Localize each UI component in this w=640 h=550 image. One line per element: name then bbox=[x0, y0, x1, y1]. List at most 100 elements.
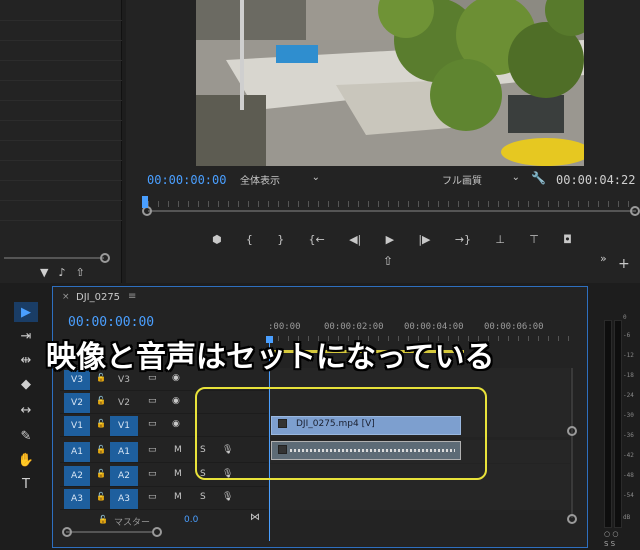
timeline-current-timecode[interactable]: 00:00:00:00 bbox=[68, 315, 154, 330]
filter-icon[interactable]: ▼ bbox=[40, 266, 48, 280]
eye-icon[interactable]: ◉ bbox=[172, 419, 180, 429]
export-icon[interactable]: ⇧ bbox=[76, 266, 85, 280]
sync-lock-icon[interactable]: ▭ bbox=[148, 469, 157, 479]
track-lane[interactable] bbox=[268, 487, 570, 510]
program-time-ruler[interactable] bbox=[140, 196, 640, 216]
sync-lock-icon[interactable]: ▭ bbox=[148, 492, 157, 502]
track-select-tool-icon[interactable]: ⇥ bbox=[14, 326, 38, 346]
meter-label: -36 bbox=[623, 432, 634, 439]
mute-button[interactable]: M bbox=[174, 469, 182, 479]
sync-lock-icon[interactable]: ▭ bbox=[148, 445, 157, 455]
button-editor-add[interactable]: + bbox=[618, 256, 630, 272]
zoom-handle-right[interactable] bbox=[630, 206, 640, 216]
meter-label: -12 bbox=[623, 352, 634, 359]
source-patch-v1[interactable]: V1 bbox=[64, 416, 90, 436]
go-to-in-button[interactable]: {← bbox=[309, 233, 325, 246]
meter-label: -18 bbox=[623, 372, 634, 379]
source-patch-a3[interactable]: A3 bbox=[64, 489, 90, 509]
program-duration-timecode: 00:00:04:22 bbox=[556, 173, 636, 187]
track-target-v1[interactable]: V1 bbox=[110, 416, 138, 436]
ruler-label: 00:00:02:00 bbox=[324, 322, 384, 332]
selection-tool-icon[interactable]: ▶ bbox=[14, 302, 38, 322]
meter-label: -42 bbox=[623, 452, 634, 459]
lock-icon[interactable]: 🔓 bbox=[98, 515, 108, 524]
play-button[interactable]: ▶ bbox=[386, 233, 394, 246]
program-playhead[interactable] bbox=[142, 196, 148, 208]
track-row-a3: A3 🔓 A3 ▭ M S 🎙 bbox=[60, 487, 570, 510]
meter-unit-label: dB bbox=[623, 514, 631, 521]
meter-channel-right bbox=[614, 320, 622, 528]
track-target-a3[interactable]: A3 bbox=[110, 489, 138, 509]
extract-button[interactable]: ⊤ bbox=[529, 233, 539, 246]
track-target-a2[interactable]: A2 bbox=[110, 466, 138, 486]
transport-controls: ⬢ { } {← ◀| ▶ |▶ →} ⊥ ⊤ ◘ bbox=[212, 231, 572, 247]
mark-out-button[interactable]: } bbox=[277, 233, 284, 246]
meter-label: -30 bbox=[623, 412, 634, 419]
project-panel bbox=[0, 0, 122, 283]
lift-button[interactable]: ⊥ bbox=[495, 233, 505, 246]
settings-wrench-icon[interactable]: 🔧 bbox=[531, 171, 546, 185]
hand-tool-icon[interactable]: ✋ bbox=[14, 450, 38, 470]
microphone-icon[interactable]: 🎙 bbox=[222, 492, 233, 502]
sync-lock-icon[interactable]: ▭ bbox=[148, 419, 157, 429]
solo-button[interactable]: S bbox=[200, 492, 206, 502]
mute-button[interactable]: M bbox=[174, 492, 182, 502]
export-frame-button[interactable]: ⇧ bbox=[383, 254, 393, 268]
highlight-box bbox=[195, 387, 487, 480]
sync-lock-icon[interactable]: ▭ bbox=[148, 396, 157, 406]
lock-icon[interactable]: 🔓 bbox=[96, 445, 106, 454]
zoom-fit-value: 全体表示 bbox=[240, 176, 280, 187]
meter-channel-left bbox=[604, 320, 612, 528]
eye-icon[interactable]: ◉ bbox=[172, 396, 180, 406]
meter-label: -54 bbox=[623, 492, 634, 499]
mute-button[interactable]: M bbox=[174, 445, 182, 455]
audio-meter: 0 -6 -12 -18 -24 -30 -36 -42 -48 -54 dB … bbox=[596, 300, 640, 550]
tools-panel: ▶ ⇥ ⇹ ◆ ↔ ✎ ✋ T bbox=[10, 298, 42, 498]
lock-icon[interactable]: 🔓 bbox=[96, 492, 106, 501]
sequence-tab[interactable]: DJI_0275 bbox=[76, 292, 120, 303]
meter-label: -6 bbox=[623, 332, 631, 339]
go-to-out-button[interactable]: →} bbox=[455, 233, 471, 246]
chevron-down-icon: ⌄ bbox=[511, 172, 520, 183]
pen-tool-icon[interactable]: ✎ bbox=[14, 426, 38, 446]
caption-text: 映像と音声はセットになっている bbox=[46, 340, 495, 375]
step-forward-button[interactable]: |▶ bbox=[418, 233, 430, 246]
go-to-end-icon[interactable]: ⋈ bbox=[250, 512, 260, 523]
ruler-label: 00:00:06:00 bbox=[484, 322, 544, 332]
track-target-a1[interactable]: A1 bbox=[110, 442, 138, 462]
close-icon[interactable]: × bbox=[62, 292, 70, 302]
source-patch-v2[interactable]: V2 bbox=[64, 393, 90, 413]
track-target-v2[interactable]: V2 bbox=[110, 393, 138, 413]
lock-icon[interactable]: 🔓 bbox=[96, 419, 106, 428]
playback-quality-select[interactable]: フル画質 ⌄ bbox=[442, 172, 520, 187]
meter-label: -48 bbox=[623, 472, 634, 479]
type-tool-icon[interactable]: T bbox=[14, 474, 38, 494]
source-patch-a1[interactable]: A1 bbox=[64, 442, 90, 462]
ripple-edit-tool-icon[interactable]: ⇹ bbox=[14, 350, 38, 370]
master-volume-value[interactable]: 0.0 bbox=[184, 515, 198, 525]
lock-icon[interactable]: 🔓 bbox=[96, 469, 106, 478]
street-scene-image bbox=[196, 0, 584, 166]
razor-tool-icon[interactable]: ◆ bbox=[14, 374, 38, 394]
panel-menu-icon[interactable]: ≡ bbox=[128, 291, 136, 302]
audio-icon[interactable]: ♪ bbox=[58, 266, 65, 280]
add-marker-icon[interactable]: ⬢ bbox=[212, 233, 222, 246]
more-controls-button[interactable]: » bbox=[600, 252, 607, 265]
source-patch-a2[interactable]: A2 bbox=[64, 466, 90, 486]
timeline-horizontal-scrollbar[interactable] bbox=[62, 527, 162, 537]
vertical-zoom-handle[interactable] bbox=[567, 426, 577, 436]
step-back-button[interactable]: ◀| bbox=[349, 233, 361, 246]
project-panel-toolbar: ▼ ♪ ⇧ bbox=[40, 266, 120, 280]
meter-label: -24 bbox=[623, 392, 634, 399]
slip-tool-icon[interactable]: ↔ bbox=[14, 400, 38, 420]
meter-solo-buttons[interactable]: ○ ○ bbox=[604, 530, 618, 538]
meter-s-buttons[interactable]: S S bbox=[604, 540, 615, 548]
program-current-timecode[interactable]: 00:00:00:00 bbox=[147, 173, 226, 187]
project-panel-scrollbar[interactable] bbox=[0, 253, 110, 263]
mark-in-button[interactable]: { bbox=[246, 233, 253, 246]
vertical-zoom-handle[interactable] bbox=[567, 514, 577, 524]
zoom-fit-select[interactable]: 全体表示 ⌄ bbox=[240, 172, 320, 187]
camera-icon[interactable]: ◘ bbox=[563, 233, 572, 246]
lock-icon[interactable]: 🔓 bbox=[96, 396, 106, 405]
timeline-vertical-scroll-track[interactable] bbox=[571, 368, 573, 518]
